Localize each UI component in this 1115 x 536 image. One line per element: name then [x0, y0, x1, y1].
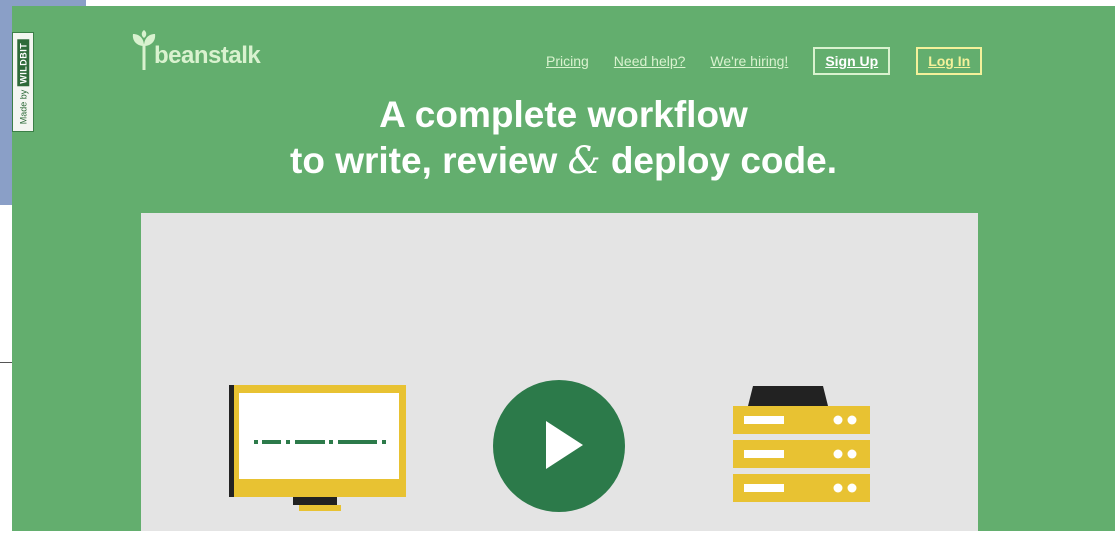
- beanstalk-logo[interactable]: beanstalk: [130, 26, 261, 70]
- hero-headline: A complete workflow to write, review & d…: [12, 92, 1115, 184]
- nav-link-help[interactable]: Need help?: [614, 53, 686, 69]
- hero-line-1: A complete workflow: [379, 94, 748, 135]
- server-icon: [733, 386, 870, 502]
- play-icon: [493, 380, 625, 512]
- logo-text: beanstalk: [154, 42, 261, 69]
- video-panel[interactable]: [141, 213, 978, 531]
- nav-link-pricing[interactable]: Pricing: [546, 53, 589, 69]
- signup-button[interactable]: Sign Up: [813, 47, 891, 75]
- hero-line-2: to write, review & deploy code.: [12, 138, 1115, 184]
- ampersand: &: [567, 139, 601, 182]
- login-button[interactable]: Log In: [916, 47, 983, 75]
- hero-line-2-end: deploy code.: [600, 140, 837, 181]
- hero-line-2-start: to write, review: [290, 140, 568, 181]
- workflow-illustration: [229, 380, 870, 512]
- top-nav: Pricing Need help? We're hiring! Sign Up…: [546, 46, 983, 76]
- wildbit-brand: WILDBIT: [17, 39, 29, 87]
- nav-link-hiring[interactable]: We're hiring!: [710, 53, 788, 69]
- monitor-icon: [229, 385, 406, 511]
